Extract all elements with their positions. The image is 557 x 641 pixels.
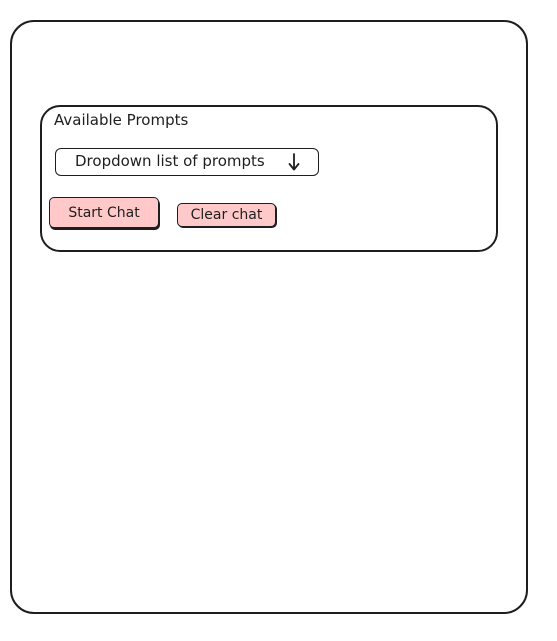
start-chat-button[interactable]: Start Chat (49, 197, 159, 228)
clear-chat-button[interactable]: Clear chat (177, 203, 276, 227)
prompts-dropdown[interactable]: Dropdown list of prompts (55, 148, 319, 176)
dropdown-selected-label: Dropdown list of prompts (75, 152, 265, 170)
panel-title: Available Prompts (54, 111, 189, 129)
arrow-down-icon (286, 151, 302, 173)
